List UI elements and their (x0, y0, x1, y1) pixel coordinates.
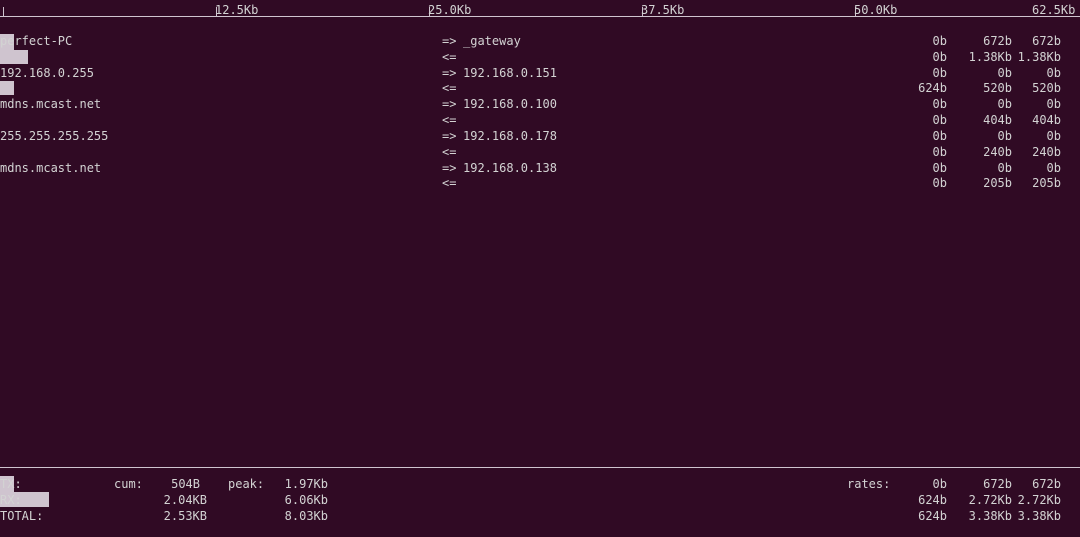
flow-host: 192.168.0.255 (0, 66, 94, 80)
total-label: TOTAL: (0, 509, 44, 523)
tx-rate-40s: 672b (1032, 477, 1061, 491)
tx-rate-10s: 0b (997, 161, 1012, 175)
rx-usage-bar (0, 81, 14, 95)
outbound-arrow: => (442, 34, 457, 48)
peak-label: peak: (228, 477, 265, 491)
rx-rate-2s: 624b (918, 493, 947, 507)
flow-host: mdns.mcast.net (0, 97, 102, 111)
rates-label: rates: (847, 477, 891, 491)
rx-label: RX: (0, 493, 22, 507)
tx-rate-10s: 0b (997, 66, 1012, 80)
total-rate-40s: 3.38Kb (1017, 509, 1061, 523)
tx-rate-40s: 0b (1046, 66, 1061, 80)
flow-host: 255.255.255.255 (0, 129, 109, 143)
rx-rate-10s: 520b (983, 81, 1012, 95)
rx-rate-2s: 0b (932, 145, 947, 159)
scale-label-5: 62.5Kb (1032, 3, 1076, 17)
tx-rate-10s: 0b (997, 97, 1012, 111)
scale-line (0, 16, 1080, 17)
tx-peak-value: 1.97Kb (284, 477, 328, 491)
tx-rate-2s: 0b (932, 34, 947, 48)
total-peak-value: 8.03Kb (284, 509, 328, 523)
rx-rate-10s: 1.38Kb (968, 50, 1012, 64)
flow-peer: 192.168.0.138 (463, 161, 557, 175)
rx-rate-40s: 520b (1032, 81, 1061, 95)
inbound-arrow: <= (442, 145, 457, 159)
outbound-arrow: => (442, 129, 457, 143)
rx-rate-40s: 2.72Kb (1017, 493, 1061, 507)
inbound-arrow: <= (442, 50, 457, 64)
flow-host: mdns.mcast.net (0, 161, 102, 175)
scale-label-1: 12.5Kb (215, 3, 259, 17)
total-rate-2s: 624b (918, 509, 947, 523)
rx-peak-value: 6.06Kb (284, 493, 328, 507)
flow-peer: 192.168.0.178 (463, 129, 557, 143)
inbound-arrow: <= (442, 176, 457, 190)
total-cum-value: 2.53KB (163, 509, 207, 523)
inbound-arrow: <= (442, 81, 457, 95)
tx-rate-10s: 0b (997, 129, 1012, 143)
rx-rate-10s: 240b (983, 145, 1012, 159)
rx-rate-40s: 205b (1032, 176, 1061, 190)
rx-cum-value: 2.04KB (163, 493, 207, 507)
flow-host: perfect-PC (0, 34, 73, 48)
tx-rate-2s: 0b (932, 161, 947, 175)
rx-rate-40s: 1.38Kb (1017, 50, 1061, 64)
flow-peer: _gateway (463, 34, 521, 48)
total-rate-10s: 3.38Kb (968, 509, 1012, 523)
outbound-arrow: => (442, 66, 457, 80)
cum-label: cum: (114, 477, 143, 491)
rx-rate-10s: 2.72Kb (968, 493, 1012, 507)
tx-rate-40s: 0b (1046, 97, 1061, 111)
tx-rate-40s: 672b (1032, 34, 1061, 48)
tx-rate-10s: 672b (983, 34, 1012, 48)
rx-rate-2s: 624b (918, 81, 947, 95)
tx-rate-2s: 0b (932, 477, 947, 491)
rx-rate-40s: 240b (1032, 145, 1061, 159)
scale-label-4: 50.0Kb (854, 3, 898, 17)
tx-rate-2s: 0b (932, 97, 947, 111)
scale-label-2: 25.0Kb (428, 3, 472, 17)
footer-divider (0, 467, 1080, 468)
rx-rate-2s: 0b (932, 50, 947, 64)
rx-rate-2s: 0b (932, 176, 947, 190)
rx-usage-bar (0, 50, 28, 64)
bandwidth-scale: 12.5Kb 25.0Kb 37.5Kb 50.0Kb 62.5Kb (0, 0, 1080, 24)
outbound-arrow: => (442, 161, 457, 175)
flow-peer: 192.168.0.100 (463, 97, 557, 111)
flow-peer: 192.168.0.151 (463, 66, 557, 80)
outbound-arrow: => (442, 97, 457, 111)
rx-rate-40s: 404b (1032, 113, 1061, 127)
tx-rate-2s: 0b (932, 129, 947, 143)
tx-cum-value: 504B (171, 477, 200, 491)
tx-label: TX: (0, 477, 22, 491)
tx-rate-2s: 0b (932, 66, 947, 80)
tx-rate-10s: 672b (983, 477, 1012, 491)
tx-rate-40s: 0b (1046, 161, 1061, 175)
rx-rate-10s: 404b (983, 113, 1012, 127)
tx-rate-40s: 0b (1046, 129, 1061, 143)
inbound-arrow: <= (442, 113, 457, 127)
scale-label-3: 37.5Kb (641, 3, 685, 17)
rx-rate-10s: 205b (983, 176, 1012, 190)
rx-rate-2s: 0b (932, 113, 947, 127)
